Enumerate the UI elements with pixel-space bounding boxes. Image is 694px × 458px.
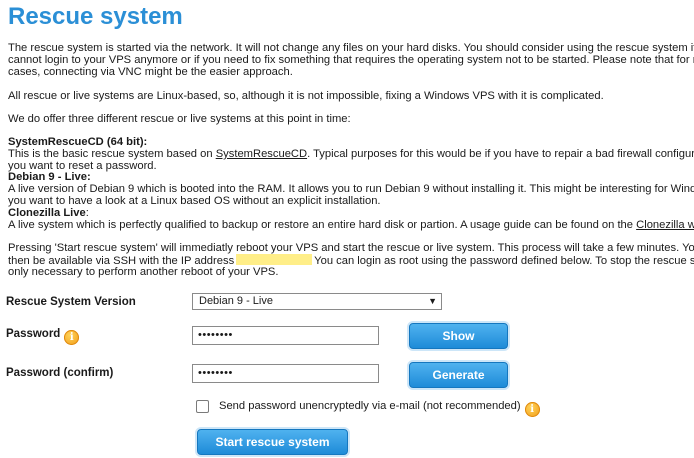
email-checkbox-row: Send password unencryptedly via e-mail (… [219,400,540,417]
version-select[interactable]: Debian 9 - Live ▼ [192,293,442,310]
ip-address-highlight [236,254,313,265]
email-password-checkbox[interactable] [196,400,209,413]
dropdown-arrow-icon: ▼ [428,296,437,306]
pressing-line-3: only necessary to perform another reboot… [8,266,279,278]
show-button[interactable]: Show [409,323,508,349]
intro-line-3: cases, connecting via VNC might be the e… [8,66,293,78]
systemrescuecd-desc-1: This is the basic rescue system based on… [8,148,694,160]
linux-note: All rescue or live systems are Linux-bas… [8,90,604,102]
email-checkbox-label: Send password unencryptedly via e-mail (… [219,400,521,412]
password-label: Password [6,328,61,340]
debian-title: Debian 9 - Live: [8,171,91,183]
password-label-row: Password i [6,328,80,345]
systemrescuecd-title: SystemRescueCD (64 bit): [8,136,148,148]
start-rescue-button[interactable]: Start rescue system [197,429,348,455]
intro-line-1: The rescue system is started via the net… [8,42,694,54]
info-icon[interactable]: i [524,402,540,417]
offer-note: We do offer three different rescue or li… [8,113,351,125]
systemrescuecd-link[interactable]: SystemRescueCD [216,148,307,160]
page-title: Rescue system [8,3,183,30]
info-icon[interactable]: i [64,330,80,345]
password-input[interactable]: •••••••• [192,326,379,345]
version-select-value: Debian 9 - Live [199,295,273,307]
clonezilla-desc-1: A live system which is perfectly qualifi… [8,219,694,232]
debian-desc-2: you want to have a look at a Linux based… [8,195,381,207]
password-confirm-label: Password (confirm) [6,367,114,379]
version-label: Rescue System Version [6,296,136,308]
debian-desc-1: A live version of Debian 9 which is boot… [8,183,694,195]
clonezilla-link[interactable]: Clonezilla we [636,219,694,231]
generate-button[interactable]: Generate [409,362,508,388]
pressing-line-1: Pressing 'Start rescue system' will imme… [8,242,694,254]
clonezilla-title: Clonezilla Live: [8,207,89,219]
password-confirm-input[interactable]: •••••••• [192,364,379,383]
intro-line-2: cannot login to your VPS anymore or if y… [8,54,694,66]
